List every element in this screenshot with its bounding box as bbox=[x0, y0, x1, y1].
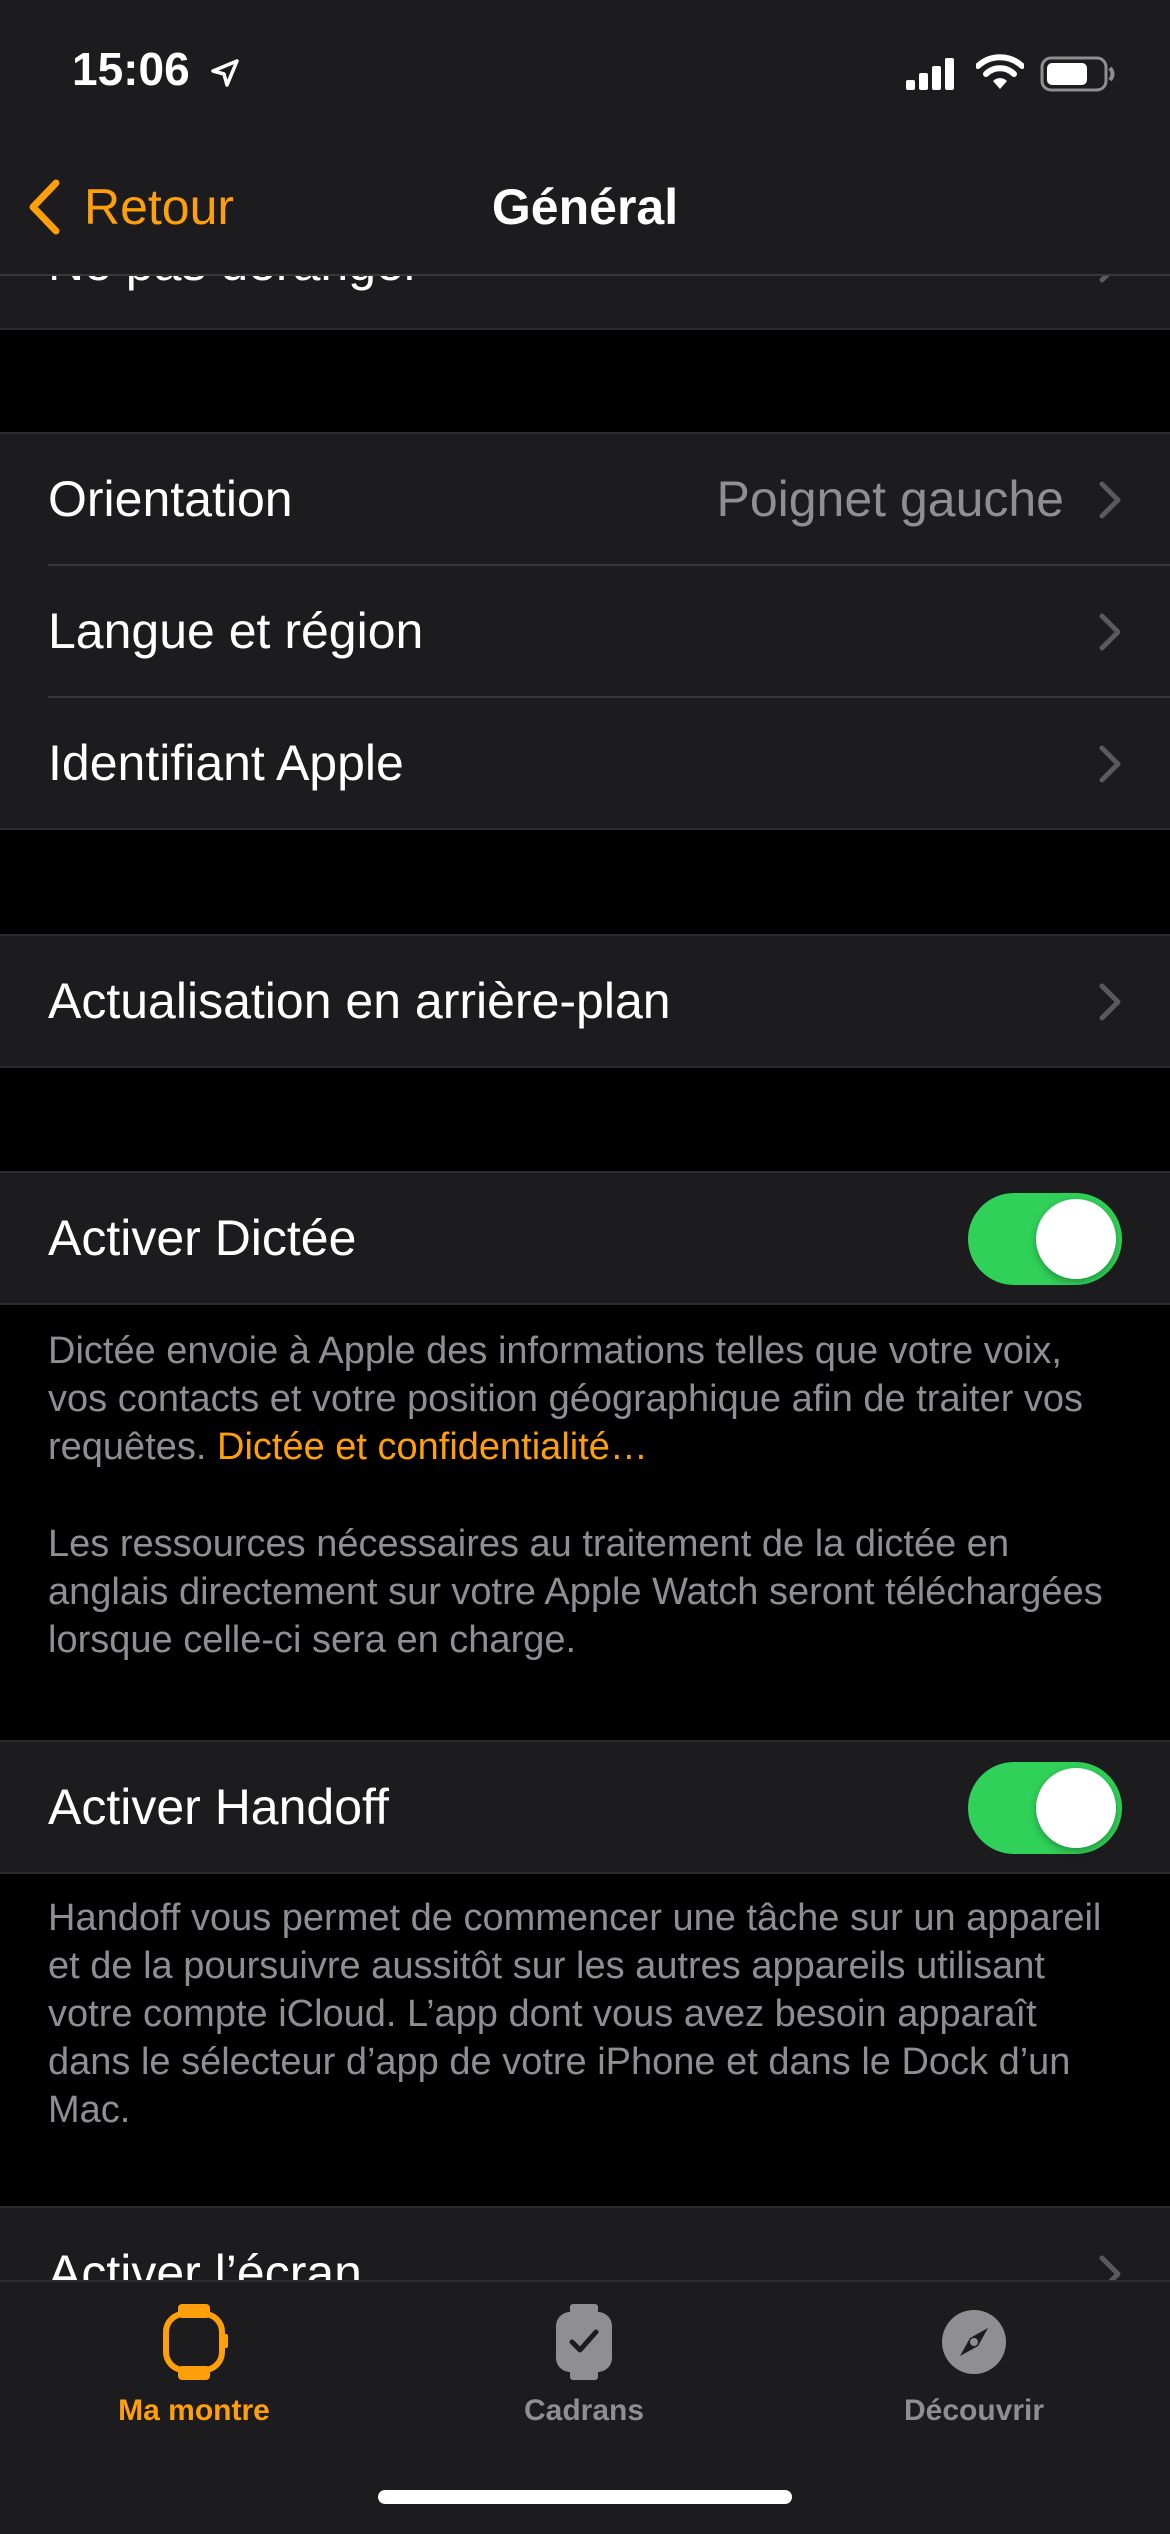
tab-discover[interactable]: Découvrir bbox=[824, 2302, 1124, 2428]
location-arrow-icon bbox=[211, 59, 239, 87]
tab-label: Découvrir bbox=[903, 2394, 1045, 2427]
chevron-left-icon bbox=[29, 179, 60, 235]
back-button[interactable]: Retour bbox=[26, 140, 234, 274]
row-handoff: Activer Handoff bbox=[0, 1742, 1170, 1872]
tab-watch-faces[interactable]: Cadrans bbox=[434, 2302, 734, 2428]
battery-icon bbox=[1040, 56, 1115, 92]
watch-icon bbox=[163, 2304, 228, 2380]
dictation-toggle[interactable] bbox=[968, 1193, 1122, 1285]
row-label: Activer Dictée bbox=[48, 1210, 357, 1266]
row-label: Langue et région bbox=[48, 603, 424, 659]
row-language-region[interactable]: Langue et région bbox=[0, 566, 1170, 696]
settings-scroll-content[interactable]: Ne pas déranger Orientation Poignet gauc… bbox=[0, 0, 1170, 2532]
dictation-privacy-link[interactable]: Dictée et confidentialité… bbox=[217, 1426, 648, 1468]
tab-my-watch[interactable]: Ma montre bbox=[44, 2302, 344, 2428]
row-apple-id[interactable]: Identifiant Apple bbox=[0, 698, 1170, 828]
chevron-right-icon bbox=[1099, 613, 1121, 651]
chevron-right-icon bbox=[1099, 481, 1121, 519]
back-label: Retour bbox=[84, 179, 235, 235]
status-bar: 15:06 bbox=[0, 0, 1170, 140]
navigation-bar: Général Retour bbox=[0, 140, 1170, 276]
group-handoff: Activer Handoff bbox=[0, 1740, 1170, 1874]
status-time: 15:06 bbox=[72, 43, 190, 95]
tab-label: Ma montre bbox=[118, 2394, 270, 2427]
handoff-toggle[interactable] bbox=[968, 1762, 1122, 1854]
group-dictation: Activer Dictée bbox=[0, 1171, 1170, 1305]
compass-icon bbox=[942, 2310, 1006, 2374]
row-label: Identifiant Apple bbox=[48, 735, 404, 791]
row-label: Orientation bbox=[48, 471, 293, 527]
toggle-knob bbox=[1036, 1199, 1116, 1279]
footer-text: Les ressources nécessaires au traitement… bbox=[48, 1523, 1103, 1661]
orientation-value: Poignet gauche bbox=[716, 471, 1064, 527]
tab-label: Cadrans bbox=[523, 2394, 645, 2427]
chevron-right-icon bbox=[1099, 983, 1121, 1021]
handoff-footer: Handoff vous permet de commencer une tâc… bbox=[48, 1894, 1128, 2134]
group-background-refresh: Actualisation en arrière-plan bbox=[0, 934, 1170, 1068]
row-background-refresh[interactable]: Actualisation en arrière-plan bbox=[0, 936, 1170, 1066]
watch-faces-icon bbox=[556, 2304, 612, 2380]
footer-text: Handoff vous permet de commencer une tâc… bbox=[48, 1897, 1102, 2131]
home-indicator[interactable] bbox=[378, 2490, 792, 2504]
group-general-settings: Orientation Poignet gauche Langue et rég… bbox=[0, 432, 1170, 830]
dictation-footer: Dictée envoie à Apple des informations t… bbox=[48, 1327, 1128, 1471]
cellular-signal-icon bbox=[906, 58, 954, 90]
toggle-knob bbox=[1036, 1768, 1116, 1848]
dictation-footer-2: Les ressources nécessaires au traitement… bbox=[48, 1520, 1128, 1664]
wifi-icon bbox=[976, 54, 1024, 89]
chevron-right-icon bbox=[1099, 745, 1121, 783]
row-dictation: Activer Dictée bbox=[0, 1173, 1170, 1303]
row-label: Actualisation en arrière-plan bbox=[48, 973, 671, 1029]
row-label: Activer Handoff bbox=[48, 1779, 389, 1835]
row-orientation[interactable]: Orientation Poignet gauche bbox=[0, 434, 1170, 564]
